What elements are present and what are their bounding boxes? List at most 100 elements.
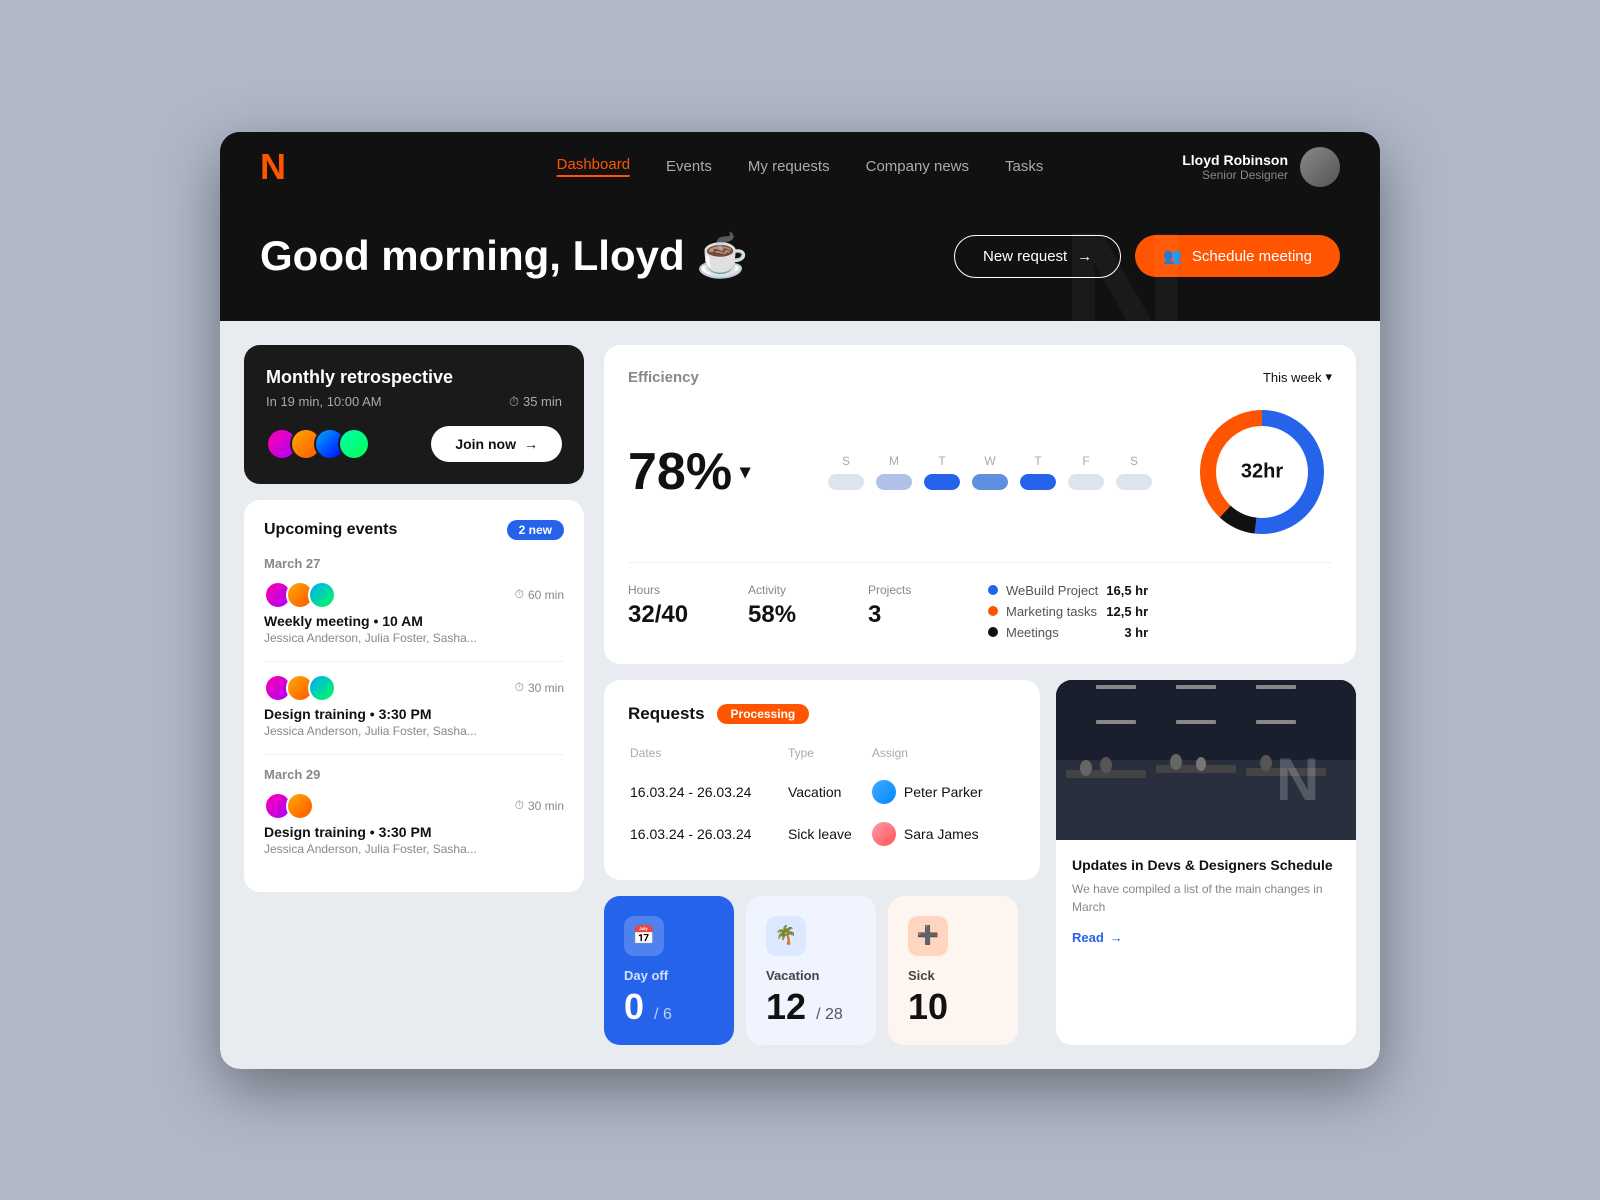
event-participants: Jessica Anderson, Julia Foster, Sasha... [264,842,564,856]
day-label-s: S [828,454,864,468]
day-off-number: 0 / 6 [624,989,714,1025]
request-assign: Sara James [872,814,1014,854]
join-meeting-button[interactable]: Join now → [431,426,562,462]
legend-label: Meetings [1006,625,1116,640]
vacation-icon: 🌴 [766,916,806,956]
day-label-w: W [972,454,1008,468]
days-bar: S M T W T F S [828,454,1152,490]
day-bar [876,474,912,490]
vacation-number: 12 / 28 [766,989,856,1025]
event-name: Design training • 3:30 PM [264,706,564,722]
donut-center: 32hr [1241,460,1283,483]
avatar [286,792,314,820]
nav-events[interactable]: Events [666,158,712,175]
event-participants: Jessica Anderson, Julia Foster, Sasha... [264,631,564,645]
day-label-t: T [924,454,960,468]
main-content: Monthly retrospective In 19 min, 10:00 A… [220,321,1380,1069]
meeting-time: In 19 min, 10:00 AM [266,394,382,409]
avatar [338,428,370,460]
requests-and-stats: Requests Processing Dates Type Assign [604,680,1040,1045]
event-item: ⏱ 30 min Design training • 3:30 PM Jessi… [264,674,564,738]
projects-label: Projects [868,583,948,597]
week-selector[interactable]: This week ▾ [1263,369,1332,385]
nav-dashboard[interactable]: Dashboard [557,156,630,177]
events-header: Upcoming events 2 new [264,520,564,540]
requests-card: Requests Processing Dates Type Assign [604,680,1040,880]
event-duration: ⏱ 60 min [515,587,564,602]
efficiency-title: Efficiency [628,369,699,386]
sick-icon: ➕ [908,916,948,956]
vacation-denom: / 28 [816,1006,843,1023]
logo[interactable]: N [260,149,284,185]
event-duration: ⏱ 30 min [515,680,564,695]
hours-value: 32/40 [628,601,708,629]
user-name: Lloyd Robinson [1182,152,1288,168]
avatar [308,581,336,609]
requests-header: Requests Processing [628,704,1016,724]
donut-chart: 32hr [1192,402,1332,542]
schedule-meeting-button[interactable]: 👥 Schedule meeting [1135,235,1340,277]
stats-row: Hours 32/40 Activity 58% Projects 3 WeBu… [628,562,1332,640]
user-info: Lloyd Robinson Senior Designer [1182,152,1288,182]
legend-value: 16,5 hr [1106,583,1148,598]
efficiency-percent: 78% ▾ [628,442,788,502]
clock-icon: ⏱ [515,798,524,813]
projects-value: 3 [868,601,948,629]
hours-stat: Hours 32/40 [628,583,708,640]
day-bar [924,474,960,490]
day-label-m: M [876,454,912,468]
arrow-icon: → [1077,248,1092,265]
events-card: Upcoming events 2 new March 27 ⏱ [244,500,584,892]
day-label-f: F [1068,454,1104,468]
left-column: Monthly retrospective In 19 min, 10:00 A… [244,345,584,1045]
user-profile[interactable]: Lloyd Robinson Senior Designer [1182,147,1340,187]
main-nav: Dashboard Events My requests Company new… [557,156,1044,177]
arrow-icon: → [524,436,538,452]
col-type: Type [788,746,870,770]
event-avatars [264,674,336,702]
event-name: Weekly meeting • 10 AM [264,613,564,629]
event-name: Design training • 3:30 PM [264,824,564,840]
read-more-button[interactable]: Read → [1072,930,1123,945]
meeting-duration: ⏱ 35 min [509,394,562,410]
greeting: Good morning, Lloyd ☕ [260,232,749,281]
activity-value: 58% [748,601,828,629]
chevron-down-icon[interactable]: ▾ [740,459,750,484]
nav-tasks[interactable]: Tasks [1005,158,1043,175]
meeting-avatars [266,428,370,460]
schedule-icon: 👥 [1163,247,1182,265]
logo-letter: N [260,149,284,185]
nav-my-requests[interactable]: My requests [748,158,830,175]
event-date-label: March 27 [264,556,564,571]
efficiency-body: 78% ▾ S M T W T F S [628,402,1332,542]
day-label-t2: T [1020,454,1056,468]
clock-icon: ⏱ [509,394,519,410]
days-bars [828,474,1152,490]
sick-number: 10 [908,989,998,1025]
nav-company-news[interactable]: Company news [866,158,969,175]
event-avatars [264,792,314,820]
col-assign: Assign [872,746,1014,770]
legend-dot [988,627,998,637]
right-bottom: Requests Processing Dates Type Assign [604,680,1356,1045]
table-row: 16.03.24 - 26.03.24 Sick leave Sara Jame… [630,814,1014,854]
table-row: 16.03.24 - 26.03.24 Vacation Peter Parke… [630,772,1014,812]
news-description: We have compiled a list of the main chan… [1072,880,1340,916]
avatar [872,780,896,804]
requests-title: Requests [628,704,705,724]
new-request-button[interactable]: New request → [954,235,1121,278]
news-title: Updates in Devs & Designers Schedule [1072,856,1340,874]
day-bar [828,474,864,490]
avatar [872,822,896,846]
user-role: Senior Designer [1182,168,1288,182]
legend-value: 12,5 hr [1106,604,1148,619]
request-type: Vacation [788,772,870,812]
efficiency-header: Efficiency This week ▾ [628,369,1332,386]
avatar[interactable] [1300,147,1340,187]
event-avatars [264,581,336,609]
requests-table: Dates Type Assign 16.03.24 - 26.03.24 Va… [628,744,1016,856]
activity-label: Activity [748,583,828,597]
request-dates: 16.03.24 - 26.03.24 [630,772,786,812]
arrow-icon: → [1110,930,1123,945]
clock-icon: ⏱ [515,587,524,602]
